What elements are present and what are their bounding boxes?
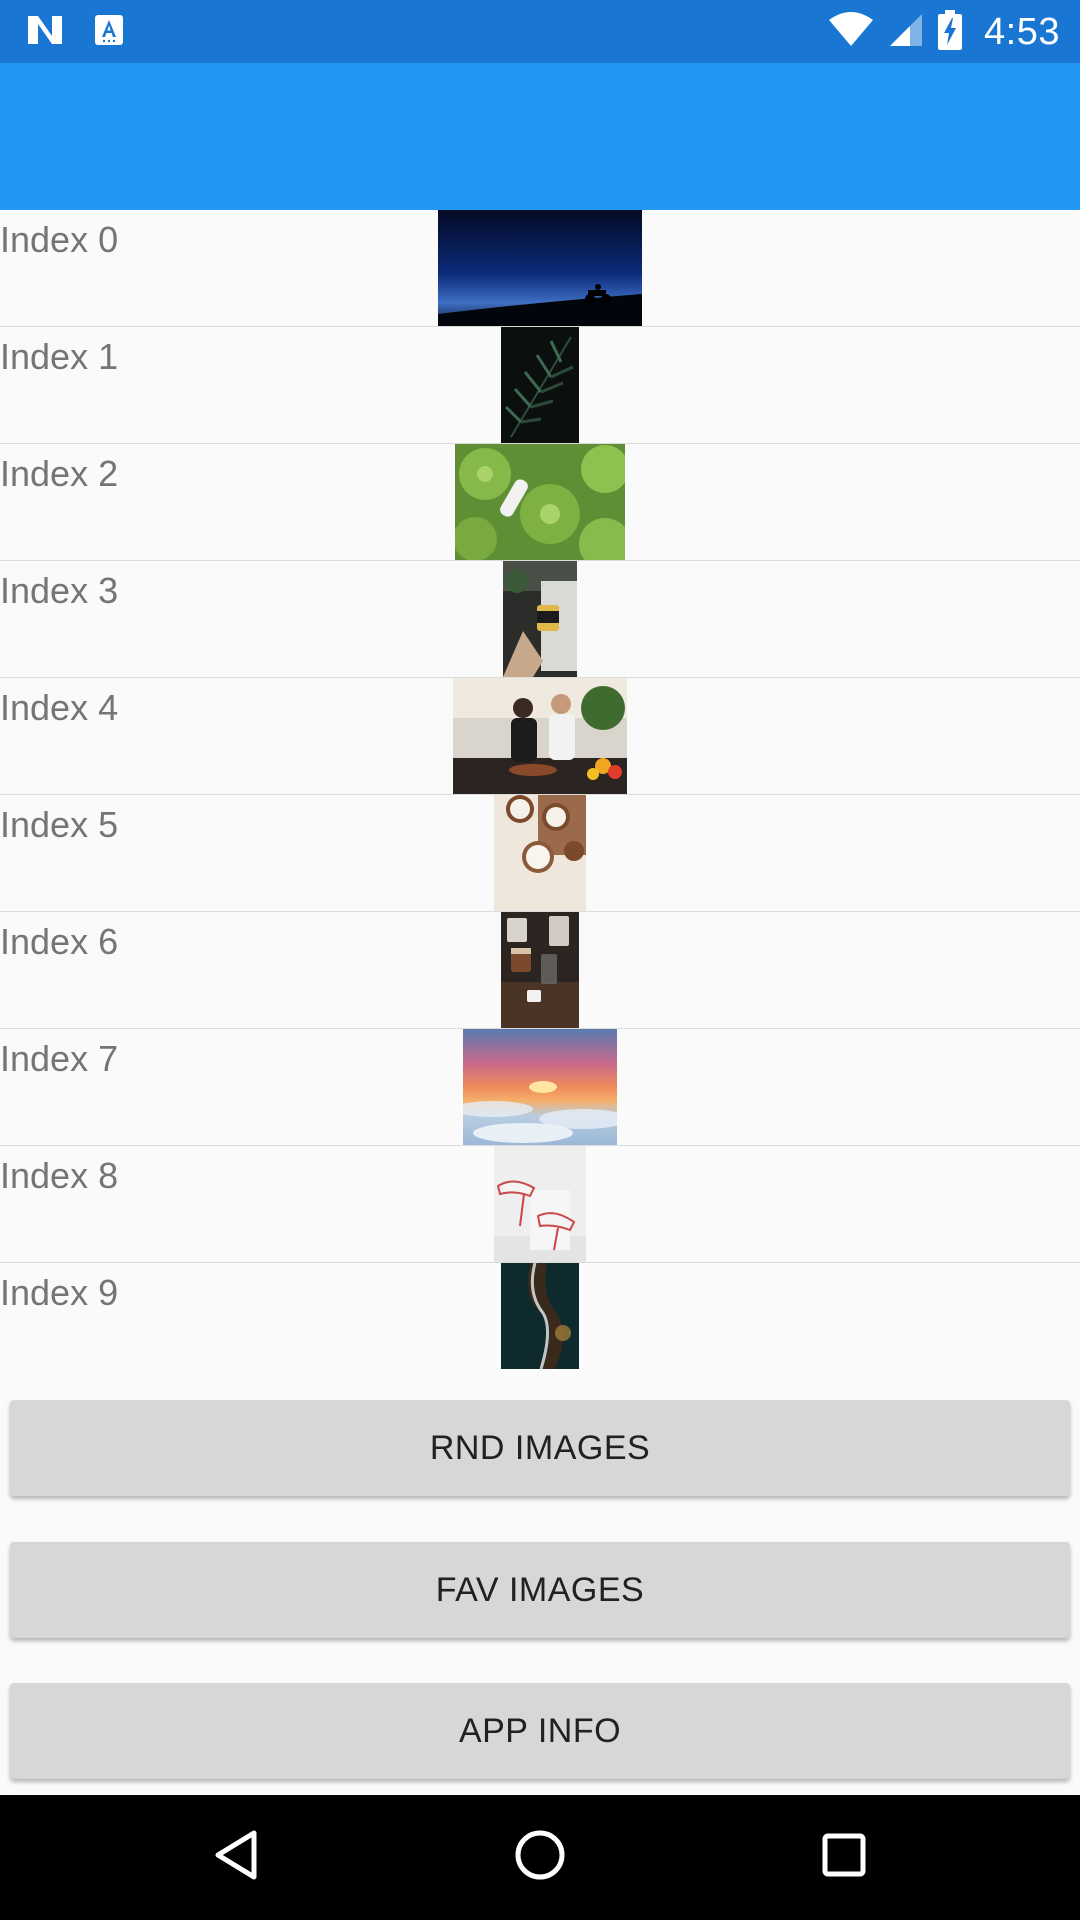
- item-label: Index 7: [0, 1038, 119, 1079]
- app-bar: [0, 63, 1080, 210]
- status-bar: 4:53: [0, 0, 1080, 63]
- thumbnail-image[interactable]: [455, 444, 625, 560]
- status-time: 4:53: [984, 10, 1060, 53]
- list-item[interactable]: Index 3: [0, 561, 1080, 678]
- app-a-icon: [94, 14, 124, 51]
- list-item[interactable]: Index 9: [0, 1263, 1080, 1369]
- list-item[interactable]: Index 7: [0, 1029, 1080, 1146]
- thumbnail-image[interactable]: [501, 1263, 579, 1369]
- recents-button[interactable]: [809, 1822, 879, 1892]
- rnd-images-button[interactable]: RND IMAGES: [10, 1400, 1070, 1496]
- item-label: Index 6: [0, 921, 119, 962]
- thumbnail-image[interactable]: [501, 327, 579, 443]
- thumbnail-image[interactable]: [453, 678, 627, 794]
- list-item[interactable]: Index 2: [0, 444, 1080, 561]
- list-item[interactable]: Index 4: [0, 678, 1080, 795]
- thumbnail-image[interactable]: [463, 1029, 617, 1145]
- item-label: Index 1: [0, 336, 119, 377]
- back-icon: [212, 1829, 260, 1886]
- home-button[interactable]: [505, 1822, 575, 1892]
- wifi-icon: [828, 11, 874, 53]
- navigation-bar: [0, 1795, 1080, 1920]
- fav-images-button[interactable]: FAV IMAGES: [10, 1542, 1070, 1638]
- list-item[interactable]: Index 0: [0, 210, 1080, 327]
- back-button[interactable]: [201, 1822, 271, 1892]
- app-info-button[interactable]: APP INFO: [10, 1683, 1070, 1779]
- list-item[interactable]: Index 6: [0, 912, 1080, 1029]
- thumbnail-image[interactable]: [494, 795, 586, 911]
- thumbnail-image[interactable]: [501, 912, 579, 1028]
- list-item[interactable]: Index 8: [0, 1146, 1080, 1263]
- image-list[interactable]: Index 0 Index 1 Index 2 Index 3 Index 4 …: [0, 210, 1080, 1369]
- item-label: Index 5: [0, 804, 119, 845]
- thumbnail-image[interactable]: [503, 561, 577, 677]
- item-label: Index 9: [0, 1272, 119, 1313]
- signal-icon: [888, 12, 924, 53]
- list-item[interactable]: Index 1: [0, 327, 1080, 444]
- item-label: Index 0: [0, 219, 119, 260]
- item-label: Index 3: [0, 570, 119, 611]
- item-label: Index 8: [0, 1155, 119, 1196]
- recents-icon: [820, 1831, 868, 1884]
- item-label: Index 2: [0, 453, 119, 494]
- list-item[interactable]: Index 5: [0, 795, 1080, 912]
- thumbnail-image[interactable]: [494, 1146, 586, 1262]
- thumbnail-image[interactable]: [438, 210, 642, 326]
- item-label: Index 4: [0, 687, 119, 728]
- home-icon: [513, 1828, 567, 1887]
- notification-n-icon: [26, 14, 64, 51]
- battery-charging-icon: [938, 9, 963, 55]
